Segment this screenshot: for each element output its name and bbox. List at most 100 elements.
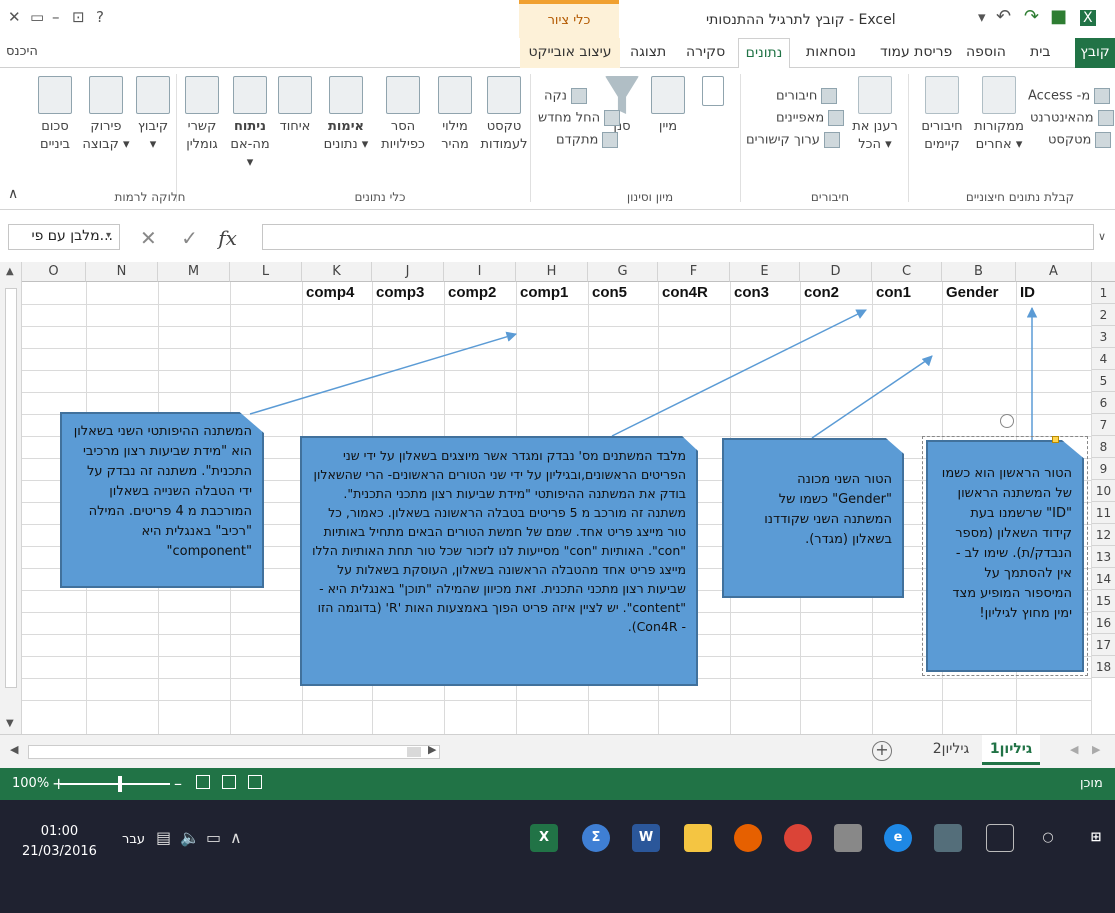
tab-formulas[interactable]: נוסחאות <box>806 44 856 60</box>
sort-az-button[interactable] <box>694 76 732 110</box>
column-header-o[interactable]: O <box>22 262 86 282</box>
paint-icon[interactable] <box>934 824 962 852</box>
column-header-j[interactable]: J <box>372 262 444 282</box>
row-header[interactable]: 11 <box>1092 502 1115 524</box>
row-header[interactable]: 18 <box>1092 656 1115 678</box>
zoom-slider-thumb[interactable] <box>118 776 122 792</box>
existing-connections-button[interactable]: חיבורים קיימים <box>916 76 968 154</box>
sign-in-link[interactable]: היכנס <box>6 44 38 59</box>
scroll-up-icon[interactable]: ▲ <box>6 266 14 277</box>
column-header-g[interactable]: G <box>588 262 658 282</box>
row-header[interactable]: 13 <box>1092 546 1115 568</box>
what-if-button[interactable]: ניתוח מה-אם ▾ <box>226 76 274 172</box>
cell-b1[interactable]: Gender <box>946 284 999 301</box>
subtotal-button[interactable]: סכום ביניים <box>30 76 80 154</box>
ribbon-display-icon[interactable]: ⊡ <box>72 8 85 26</box>
row-header[interactable]: 14 <box>1092 568 1115 590</box>
refresh-all-button[interactable]: רענן את הכל ▾ <box>846 76 904 154</box>
name-box[interactable]: מלבן עם פי... <box>8 224 120 250</box>
windows-start-icon[interactable]: ⊞ <box>1082 824 1110 852</box>
edit-links-button[interactable]: ערוך קישורים <box>746 132 840 148</box>
row-header[interactable]: 3 <box>1092 326 1115 348</box>
tab-view[interactable]: תצוגה <box>630 44 666 60</box>
chrome-icon[interactable] <box>784 824 812 852</box>
scroll-left-icon[interactable]: ◀ <box>10 743 18 756</box>
firefox-icon[interactable] <box>734 824 762 852</box>
vertical-scrollbar[interactable]: ▲ ▼ <box>0 262 22 734</box>
row-header[interactable]: 15 <box>1092 590 1115 612</box>
callout-con[interactable]: מלבד המשתנים מס' נבדק ומגדר אשר מיוצגים … <box>300 436 698 686</box>
row-header[interactable]: 12 <box>1092 524 1115 546</box>
cell-a1[interactable]: ID <box>1020 284 1035 301</box>
sort-button[interactable]: מיין <box>646 76 690 136</box>
zoom-out-icon[interactable]: – <box>174 774 182 793</box>
task-view-icon[interactable] <box>986 824 1014 852</box>
app-taskbar-icon[interactable]: Σ <box>582 824 610 852</box>
text-to-columns-button[interactable]: טקסט לעמודות <box>478 76 530 154</box>
zoom-level[interactable]: 100% <box>12 776 49 791</box>
normal-view-icon[interactable] <box>248 775 262 789</box>
horizontal-scroll-thumb[interactable] <box>407 747 421 757</box>
column-header-c[interactable]: C <box>872 262 942 282</box>
tab-data[interactable]: נתונים <box>738 38 790 69</box>
collapse-ribbon-icon[interactable]: ∧ <box>8 186 18 202</box>
redo-icon[interactable]: ↷ <box>1024 6 1039 27</box>
input-language[interactable]: עבר <box>122 832 145 847</box>
formula-input[interactable] <box>262 224 1094 250</box>
from-text-button[interactable]: מטקסט <box>1048 132 1112 148</box>
name-box-dropdown-icon[interactable]: ▾ <box>106 230 111 241</box>
cell-h1[interactable]: comp1 <box>520 284 568 301</box>
column-header-n[interactable]: N <box>86 262 158 282</box>
sheet-tab-1[interactable]: גיליון1 <box>982 735 1040 765</box>
tab-page-layout[interactable]: פריסת עמוד <box>880 44 952 60</box>
column-header-i[interactable]: I <box>444 262 516 282</box>
edge-icon[interactable]: e <box>884 824 912 852</box>
cell-j1[interactable]: comp3 <box>376 284 424 301</box>
column-header-d[interactable]: D <box>800 262 872 282</box>
page-layout-view-icon[interactable] <box>222 775 236 789</box>
from-other-sources-button[interactable]: ממקורות אחרים ▾ <box>972 76 1026 154</box>
from-web-button[interactable]: מהאינטרנט <box>1030 110 1114 126</box>
show-hidden-icons-icon[interactable]: ∧ <box>230 828 242 847</box>
rotate-handle-icon[interactable] <box>1000 414 1014 428</box>
cell-i1[interactable]: comp2 <box>448 284 496 301</box>
tab-format-object[interactable]: עיצוב אובייקט <box>520 38 620 68</box>
adjust-handle[interactable] <box>1052 436 1059 443</box>
relationships-button[interactable]: קשרי גומלין <box>180 76 224 154</box>
enter-icon[interactable]: ✓ <box>181 226 198 250</box>
close-x-icon[interactable]: ✕ <box>8 8 21 26</box>
sheet-tab-2[interactable]: גיליון2 <box>922 735 980 765</box>
column-header-l[interactable]: L <box>230 262 302 282</box>
cancel-icon[interactable]: ✕ <box>140 226 157 250</box>
horizontal-scrollbar[interactable] <box>28 745 440 759</box>
row-header[interactable]: 8 <box>1092 436 1115 458</box>
search-icon[interactable]: ○ <box>1034 824 1062 852</box>
column-header-e[interactable]: E <box>730 262 800 282</box>
page-break-view-icon[interactable] <box>196 775 210 789</box>
select-all-corner[interactable] <box>1092 262 1115 282</box>
column-header-f[interactable]: F <box>658 262 730 282</box>
row-header[interactable]: 5 <box>1092 370 1115 392</box>
store-icon[interactable] <box>834 824 862 852</box>
row-header[interactable]: 7 <box>1092 414 1115 436</box>
restore-icon[interactable]: ▭ <box>30 8 44 26</box>
row-header[interactable]: 9 <box>1092 458 1115 480</box>
column-header-a[interactable]: A <box>1016 262 1092 282</box>
callout-comp[interactable]: המשתנה ההיפותטי השני בשאלון הוא "מידת שב… <box>60 412 264 588</box>
notification-icon[interactable]: ▤ <box>156 828 171 847</box>
excel-taskbar-icon[interactable]: X <box>530 824 558 852</box>
clear-filter-button[interactable]: נקה <box>544 88 587 104</box>
data-validation-button[interactable]: אימות נתונים ▾ <box>318 76 374 154</box>
row-header[interactable]: 16 <box>1092 612 1115 634</box>
network-icon[interactable]: ▭ <box>206 828 221 847</box>
help-icon[interactable]: ? <box>96 8 104 26</box>
connections-button[interactable]: חיבורים <box>776 88 838 104</box>
tab-home[interactable]: בית <box>1030 44 1050 60</box>
save-icon[interactable]: ■ <box>1050 6 1067 27</box>
row-header[interactable]: 10 <box>1092 480 1115 502</box>
add-sheet-button[interactable]: + <box>872 741 892 761</box>
cell-g1[interactable]: con5 <box>592 284 627 301</box>
cell-e1[interactable]: con3 <box>734 284 769 301</box>
word-taskbar-icon[interactable]: W <box>632 824 660 852</box>
expand-formula-bar-icon[interactable]: ∨ <box>1098 230 1106 243</box>
